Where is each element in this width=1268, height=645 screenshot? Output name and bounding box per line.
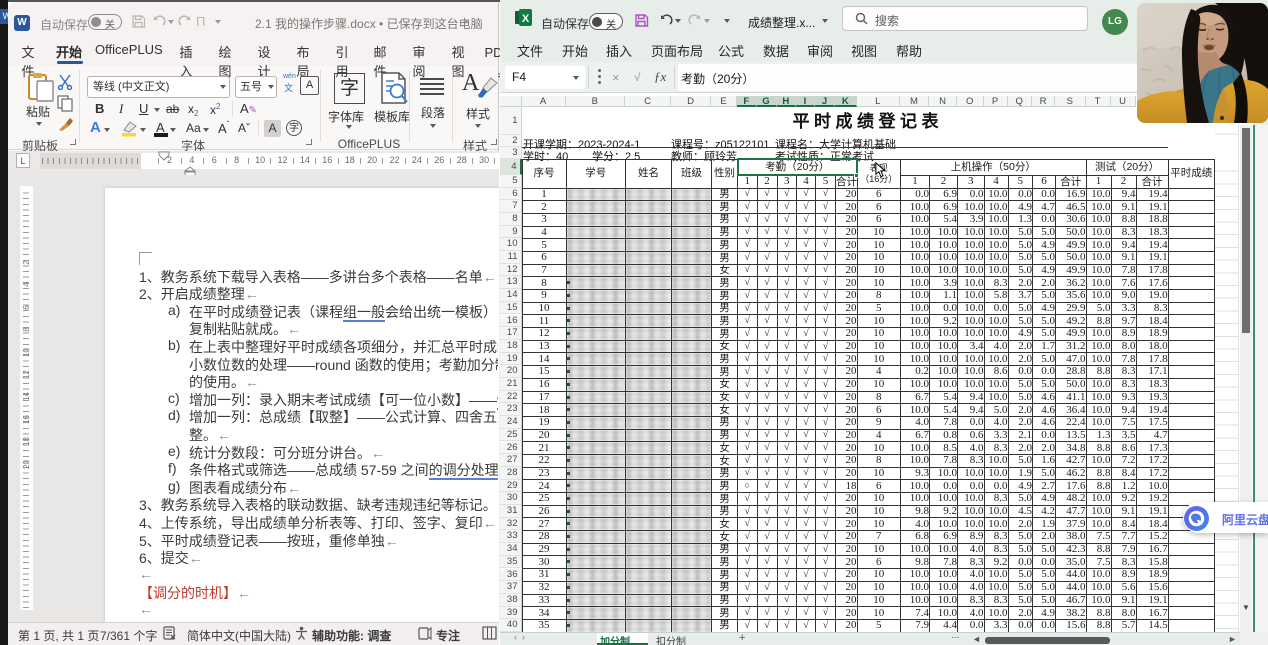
svg-text:X: X	[522, 13, 530, 25]
